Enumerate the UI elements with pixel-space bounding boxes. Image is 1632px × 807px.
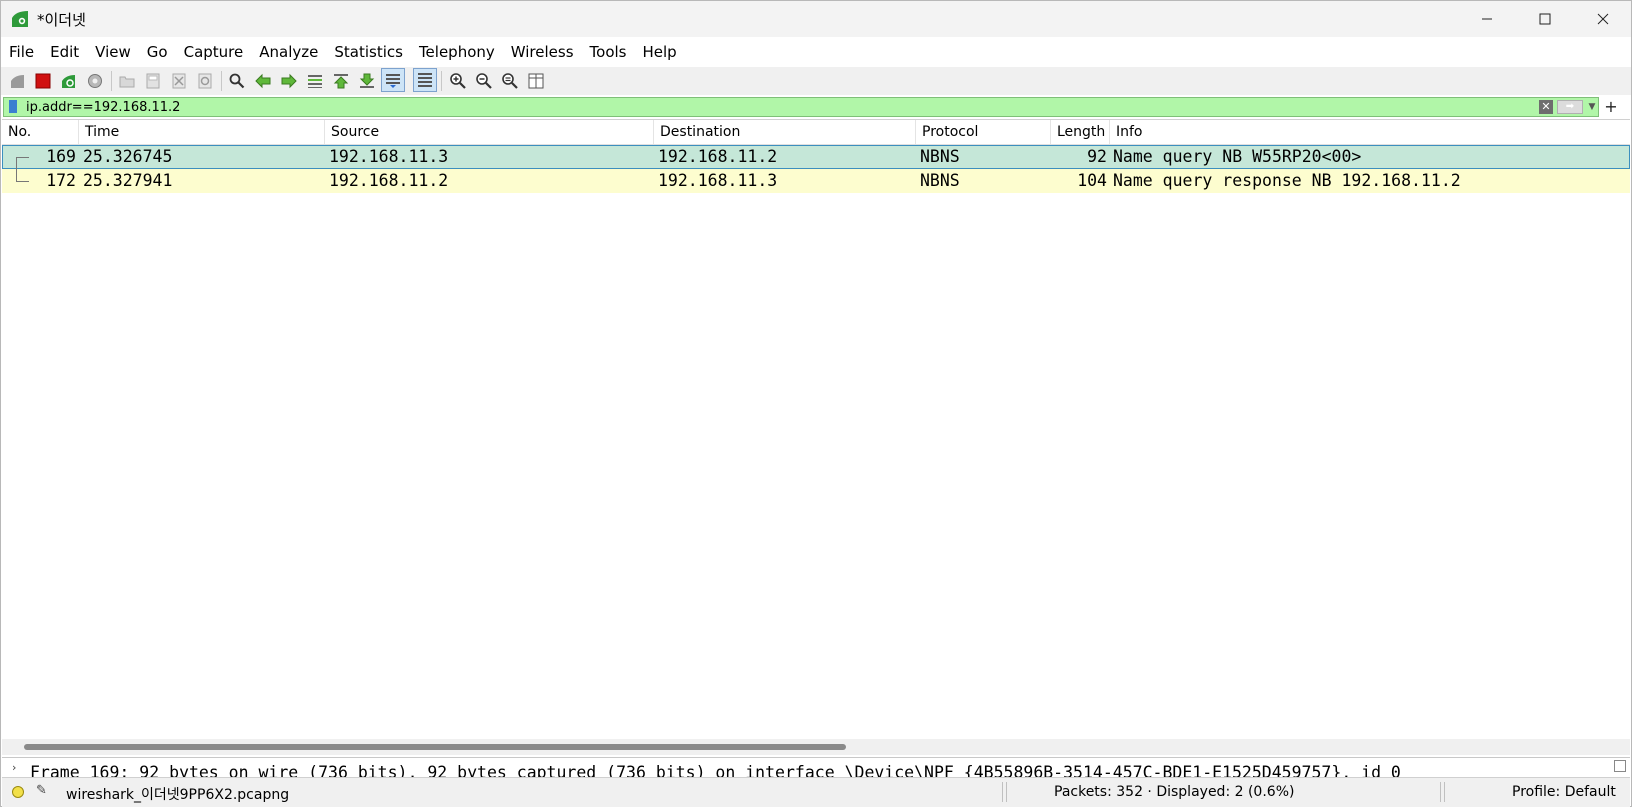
title-bar: *이더넷 bbox=[1, 1, 1631, 37]
bookmark-icon[interactable] bbox=[9, 100, 17, 113]
colorize-icon[interactable] bbox=[413, 68, 437, 92]
column-header-source[interactable]: Source bbox=[325, 120, 654, 144]
wireshark-window: *이더넷 File Edit View Go Capture Analyze S… bbox=[0, 0, 1632, 807]
clear-filter-icon[interactable]: ✕ bbox=[1539, 100, 1553, 114]
menu-wireless[interactable]: Wireless bbox=[503, 37, 582, 67]
status-divider bbox=[1444, 782, 1445, 802]
go-last-icon[interactable] bbox=[356, 70, 378, 92]
main-toolbar bbox=[1, 67, 1631, 95]
packet-destination: 192.168.11.3 bbox=[658, 171, 778, 190]
packet-source: 192.168.11.3 bbox=[329, 147, 449, 166]
packet-row[interactable]: 172 25.327941 192.168.11.2 192.168.11.3 … bbox=[2, 169, 1630, 193]
display-filter-input[interactable] bbox=[26, 99, 1326, 115]
window-title: *이더넷 bbox=[37, 11, 86, 29]
menu-file[interactable]: File bbox=[1, 37, 42, 67]
hscroll-thumb[interactable] bbox=[24, 744, 846, 750]
save-file-icon[interactable] bbox=[142, 70, 164, 92]
find-packet-icon[interactable] bbox=[226, 70, 248, 92]
column-header-time[interactable]: Time bbox=[79, 120, 325, 144]
status-bar: ✎ wireshark_이더넷9PP6X2.pcapng Packets: 35… bbox=[2, 777, 1630, 807]
packet-list: No. Time Source Destination Protocol Len… bbox=[2, 119, 1630, 740]
packet-info: Name query response NB 192.168.11.2 bbox=[1113, 171, 1461, 190]
status-divider bbox=[1006, 782, 1007, 802]
packet-protocol: NBNS bbox=[920, 147, 960, 166]
profile-status[interactable]: Profile: Default bbox=[1512, 784, 1616, 800]
expert-info-led-icon[interactable] bbox=[12, 786, 24, 798]
open-file-icon[interactable] bbox=[116, 70, 138, 92]
packet-no: 169 bbox=[46, 147, 76, 166]
go-forward-icon[interactable] bbox=[278, 70, 300, 92]
add-filter-button-icon[interactable]: + bbox=[1601, 97, 1621, 117]
packet-info: Name query NB W55RP20<00> bbox=[1113, 147, 1362, 166]
maximize-button[interactable] bbox=[1516, 1, 1574, 37]
frame-summary-line[interactable]: Frame 169: 92 bytes on wire (736 bits), … bbox=[30, 763, 1401, 778]
column-header-length[interactable]: Length bbox=[1051, 120, 1110, 144]
close-button[interactable] bbox=[1574, 1, 1632, 37]
stop-capture-icon[interactable] bbox=[32, 70, 54, 92]
menu-help[interactable]: Help bbox=[634, 37, 684, 67]
zoom-in-icon[interactable] bbox=[447, 70, 469, 92]
go-first-icon[interactable] bbox=[330, 70, 352, 92]
filter-history-dropdown-icon[interactable]: ▼ bbox=[1586, 99, 1598, 115]
reload-file-icon[interactable] bbox=[194, 70, 216, 92]
packet-list-header: No. Time Source Destination Protocol Len… bbox=[2, 120, 1630, 145]
packet-length: 92 bbox=[1087, 147, 1107, 166]
packet-length: 104 bbox=[1077, 171, 1107, 190]
capture-comment-icon[interactable]: ✎ bbox=[36, 783, 47, 798]
packet-source: 192.168.11.2 bbox=[329, 171, 449, 190]
go-to-packet-icon[interactable] bbox=[304, 70, 326, 92]
wireshark-app-icon bbox=[12, 11, 28, 27]
menu-capture[interactable]: Capture bbox=[176, 37, 252, 67]
go-back-icon[interactable] bbox=[252, 70, 274, 92]
expand-arrow-icon[interactable]: › bbox=[12, 761, 16, 774]
packet-no: 172 bbox=[46, 171, 76, 190]
column-header-no[interactable]: No. bbox=[2, 120, 79, 144]
menu-edit[interactable]: Edit bbox=[42, 37, 87, 67]
packet-destination: 192.168.11.2 bbox=[658, 147, 778, 166]
resize-columns-icon[interactable] bbox=[525, 70, 547, 92]
menu-view[interactable]: View bbox=[87, 37, 139, 67]
packet-details-pane: › Frame 169: 92 bytes on wire (736 bits)… bbox=[2, 757, 1630, 778]
menu-telephony[interactable]: Telephony bbox=[411, 37, 503, 67]
auto-scroll-icon[interactable] bbox=[381, 68, 405, 92]
capture-options-icon[interactable] bbox=[84, 70, 106, 92]
shark-fin-start-icon[interactable] bbox=[7, 70, 29, 92]
display-filter-bar: ✕ ➡ ▼ bbox=[3, 97, 1599, 117]
restart-capture-icon[interactable] bbox=[58, 70, 80, 92]
menu-analyze[interactable]: Analyze bbox=[251, 37, 326, 67]
status-divider bbox=[1002, 782, 1003, 802]
menu-statistics[interactable]: Statistics bbox=[326, 37, 411, 67]
capture-file-name: wireshark_이더넷9PP6X2.pcapng bbox=[66, 787, 290, 803]
packet-count-status: Packets: 352 · Displayed: 2 (0.6%) bbox=[1054, 784, 1295, 800]
column-header-destination[interactable]: Destination bbox=[654, 120, 916, 144]
minimize-icon bbox=[1482, 18, 1492, 20]
maximize-icon bbox=[1539, 13, 1551, 25]
packet-time: 25.327941 bbox=[83, 171, 173, 190]
menu-go[interactable]: Go bbox=[139, 37, 176, 67]
status-divider bbox=[1440, 782, 1441, 802]
conversation-tree-line bbox=[16, 169, 29, 182]
close-file-icon[interactable] bbox=[168, 70, 190, 92]
minimize-button[interactable] bbox=[1458, 1, 1516, 37]
packet-protocol: NBNS bbox=[920, 171, 960, 190]
menu-bar: File Edit View Go Capture Analyze Statis… bbox=[1, 37, 1631, 67]
zoom-out-icon[interactable] bbox=[473, 70, 495, 92]
zoom-normal-icon[interactable] bbox=[499, 70, 521, 92]
column-header-info[interactable]: Info bbox=[1110, 120, 1630, 144]
packet-row-selected[interactable]: 169 25.326745 192.168.11.3 192.168.11.2 … bbox=[2, 145, 1630, 170]
menu-tools[interactable]: Tools bbox=[582, 37, 635, 67]
pane-toggle-checkbox[interactable] bbox=[1614, 760, 1626, 772]
apply-filter-button[interactable]: ➡ bbox=[1557, 100, 1583, 114]
packet-time: 25.326745 bbox=[83, 147, 173, 166]
close-icon bbox=[1597, 13, 1609, 25]
packet-list-hscrollbar[interactable] bbox=[2, 739, 1630, 755]
column-header-protocol[interactable]: Protocol bbox=[916, 120, 1051, 144]
